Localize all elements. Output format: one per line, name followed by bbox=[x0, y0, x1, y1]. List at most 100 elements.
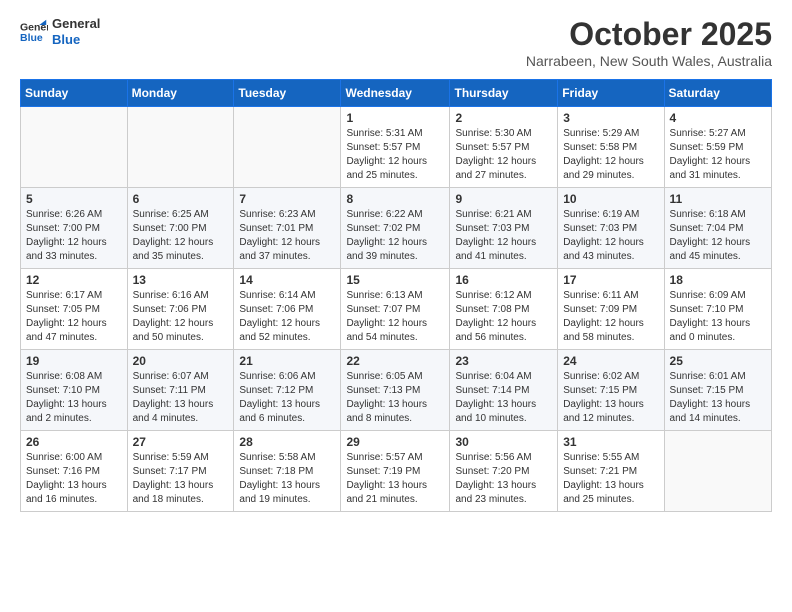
calendar-cell: 10 Sunrise: 6:19 AM Sunset: 7:03 PM Dayli… bbox=[558, 188, 664, 269]
day-number: 21 bbox=[239, 354, 335, 368]
day-info: Sunrise: 5:56 AM Sunset: 7:20 PM Dayligh… bbox=[455, 451, 552, 507]
calendar-cell: 14 Sunrise: 6:14 AM Sunset: 7:06 PM Dayli… bbox=[234, 269, 341, 350]
day-number: 19 bbox=[26, 354, 122, 368]
calendar-week-row: 12Sunrise: 6:17 AM Sunset: 7:05 PM Dayli… bbox=[21, 269, 772, 350]
calendar-cell: 7 Sunrise: 6:23 AM Sunset: 7:01 PM Daylig… bbox=[234, 188, 341, 269]
day-number: 16 bbox=[455, 273, 552, 287]
day-number: 25 bbox=[670, 354, 766, 368]
day-number: 10 bbox=[563, 192, 658, 206]
calendar-cell: 5 Sunrise: 6:26 AM Sunset: 7:00 PM Daylig… bbox=[21, 188, 128, 269]
day-info: Sunrise: 6:01 AM Sunset: 7:15 PM Dayligh… bbox=[670, 370, 766, 426]
day-number: 23 bbox=[455, 354, 552, 368]
day-number: 26 bbox=[26, 435, 122, 449]
day-info: Sunrise: 6:09 AM Sunset: 7:10 PM Dayligh… bbox=[670, 289, 766, 345]
logo: General Blue General Blue bbox=[20, 16, 100, 47]
day-info: Sunrise: 6:13 AM Sunset: 7:07 PM Dayligh… bbox=[346, 289, 444, 345]
day-info: Sunrise: 6:02 AM Sunset: 7:15 PM Dayligh… bbox=[563, 370, 658, 426]
calendar-cell bbox=[234, 107, 341, 188]
day-info: Sunrise: 6:00 AM Sunset: 7:16 PM Dayligh… bbox=[26, 451, 122, 507]
day-info: Sunrise: 6:16 AM Sunset: 7:06 PM Dayligh… bbox=[133, 289, 229, 345]
calendar-cell: 29 Sunrise: 5:57 AM Sunset: 7:19 PM Dayli… bbox=[341, 431, 450, 512]
day-number: 17 bbox=[563, 273, 658, 287]
calendar-cell: 28 Sunrise: 5:58 AM Sunset: 7:18 PM Dayli… bbox=[234, 431, 341, 512]
month-title: October 2025 bbox=[526, 16, 772, 53]
calendar-cell: 27Sunrise: 5:59 AM Sunset: 7:17 PM Dayli… bbox=[127, 431, 234, 512]
day-number: 2 bbox=[455, 111, 552, 125]
day-number: 3 bbox=[563, 111, 658, 125]
day-number: 14 bbox=[239, 273, 335, 287]
day-number: 24 bbox=[563, 354, 658, 368]
day-info: Sunrise: 5:31 AM Sunset: 5:57 PM Dayligh… bbox=[346, 127, 444, 183]
day-number: 6 bbox=[133, 192, 229, 206]
calendar-cell: 19 Sunrise: 6:08 AM Sunset: 7:10 PM Dayli… bbox=[21, 350, 128, 431]
day-number: 4 bbox=[670, 111, 766, 125]
day-number: 22 bbox=[346, 354, 444, 368]
calendar-cell: 11Sunrise: 6:18 AM Sunset: 7:04 PM Dayli… bbox=[664, 188, 771, 269]
calendar-cell: 16 Sunrise: 6:12 AM Sunset: 7:08 PM Dayli… bbox=[450, 269, 558, 350]
calendar-cell: 17Sunrise: 6:11 AM Sunset: 7:09 PM Dayli… bbox=[558, 269, 664, 350]
calendar-cell bbox=[127, 107, 234, 188]
logo-icon: General Blue bbox=[20, 18, 48, 46]
calendar-cell: 21Sunrise: 6:06 AM Sunset: 7:12 PM Dayli… bbox=[234, 350, 341, 431]
day-info: Sunrise: 6:12 AM Sunset: 7:08 PM Dayligh… bbox=[455, 289, 552, 345]
day-number: 15 bbox=[346, 273, 444, 287]
day-info: Sunrise: 5:27 AM Sunset: 5:59 PM Dayligh… bbox=[670, 127, 766, 183]
day-number: 29 bbox=[346, 435, 444, 449]
calendar-cell: 13Sunrise: 6:16 AM Sunset: 7:06 PM Dayli… bbox=[127, 269, 234, 350]
day-info: Sunrise: 6:14 AM Sunset: 7:06 PM Dayligh… bbox=[239, 289, 335, 345]
day-info: Sunrise: 6:23 AM Sunset: 7:01 PM Dayligh… bbox=[239, 208, 335, 264]
calendar-table: SundayMondayTuesdayWednesdayThursdayFrid… bbox=[20, 79, 772, 512]
day-header-monday: Monday bbox=[127, 80, 234, 107]
calendar-cell: 15 Sunrise: 6:13 AM Sunset: 7:07 PM Dayli… bbox=[341, 269, 450, 350]
day-info: Sunrise: 5:55 AM Sunset: 7:21 PM Dayligh… bbox=[563, 451, 658, 507]
day-info: Sunrise: 6:08 AM Sunset: 7:10 PM Dayligh… bbox=[26, 370, 122, 426]
calendar-cell: 25 Sunrise: 6:01 AM Sunset: 7:15 PM Dayli… bbox=[664, 350, 771, 431]
day-header-thursday: Thursday bbox=[450, 80, 558, 107]
day-info: Sunrise: 6:26 AM Sunset: 7:00 PM Dayligh… bbox=[26, 208, 122, 264]
day-number: 18 bbox=[670, 273, 766, 287]
day-info: Sunrise: 5:57 AM Sunset: 7:19 PM Dayligh… bbox=[346, 451, 444, 507]
calendar-week-row: 19 Sunrise: 6:08 AM Sunset: 7:10 PM Dayli… bbox=[21, 350, 772, 431]
day-number: 27 bbox=[133, 435, 229, 449]
day-number: 7 bbox=[239, 192, 335, 206]
calendar-cell: 23 Sunrise: 6:04 AM Sunset: 7:14 PM Dayli… bbox=[450, 350, 558, 431]
day-number: 9 bbox=[455, 192, 552, 206]
day-number: 28 bbox=[239, 435, 335, 449]
day-header-tuesday: Tuesday bbox=[234, 80, 341, 107]
calendar-week-row: 26 Sunrise: 6:00 AM Sunset: 7:16 PM Dayli… bbox=[21, 431, 772, 512]
day-number: 5 bbox=[26, 192, 122, 206]
calendar-cell: 8Sunrise: 6:22 AM Sunset: 7:02 PM Daylig… bbox=[341, 188, 450, 269]
day-info: Sunrise: 5:29 AM Sunset: 5:58 PM Dayligh… bbox=[563, 127, 658, 183]
calendar-cell: 22 Sunrise: 6:05 AM Sunset: 7:13 PM Dayli… bbox=[341, 350, 450, 431]
day-info: Sunrise: 6:18 AM Sunset: 7:04 PM Dayligh… bbox=[670, 208, 766, 264]
day-info: Sunrise: 6:05 AM Sunset: 7:13 PM Dayligh… bbox=[346, 370, 444, 426]
logo-general: General bbox=[52, 16, 100, 32]
calendar-header-row: SundayMondayTuesdayWednesdayThursdayFrid… bbox=[21, 80, 772, 107]
day-info: Sunrise: 5:58 AM Sunset: 7:18 PM Dayligh… bbox=[239, 451, 335, 507]
calendar-cell: 20 Sunrise: 6:07 AM Sunset: 7:11 PM Dayli… bbox=[127, 350, 234, 431]
calendar-cell: 30Sunrise: 5:56 AM Sunset: 7:20 PM Dayli… bbox=[450, 431, 558, 512]
calendar-cell bbox=[664, 431, 771, 512]
day-info: Sunrise: 6:21 AM Sunset: 7:03 PM Dayligh… bbox=[455, 208, 552, 264]
title-block: October 2025 Narrabeen, New South Wales,… bbox=[526, 16, 772, 69]
day-info: Sunrise: 6:04 AM Sunset: 7:14 PM Dayligh… bbox=[455, 370, 552, 426]
page-header: General Blue General Blue October 2025 N… bbox=[20, 16, 772, 69]
day-header-wednesday: Wednesday bbox=[341, 80, 450, 107]
calendar-cell bbox=[21, 107, 128, 188]
svg-text:Blue: Blue bbox=[20, 31, 43, 43]
calendar-cell: 26 Sunrise: 6:00 AM Sunset: 7:16 PM Dayli… bbox=[21, 431, 128, 512]
calendar-cell: 31 Sunrise: 5:55 AM Sunset: 7:21 PM Dayli… bbox=[558, 431, 664, 512]
calendar-cell: 6Sunrise: 6:25 AM Sunset: 7:00 PM Daylig… bbox=[127, 188, 234, 269]
day-header-sunday: Sunday bbox=[21, 80, 128, 107]
calendar-cell: 18 Sunrise: 6:09 AM Sunset: 7:10 PM Dayli… bbox=[664, 269, 771, 350]
day-info: Sunrise: 6:19 AM Sunset: 7:03 PM Dayligh… bbox=[563, 208, 658, 264]
logo-blue: Blue bbox=[52, 32, 100, 48]
day-number: 31 bbox=[563, 435, 658, 449]
day-number: 20 bbox=[133, 354, 229, 368]
day-number: 1 bbox=[346, 111, 444, 125]
calendar-cell: 1 Sunrise: 5:31 AM Sunset: 5:57 PM Daylig… bbox=[341, 107, 450, 188]
day-info: Sunrise: 5:30 AM Sunset: 5:57 PM Dayligh… bbox=[455, 127, 552, 183]
calendar-week-row: 1 Sunrise: 5:31 AM Sunset: 5:57 PM Daylig… bbox=[21, 107, 772, 188]
day-info: Sunrise: 6:22 AM Sunset: 7:02 PM Dayligh… bbox=[346, 208, 444, 264]
day-info: Sunrise: 6:07 AM Sunset: 7:11 PM Dayligh… bbox=[133, 370, 229, 426]
